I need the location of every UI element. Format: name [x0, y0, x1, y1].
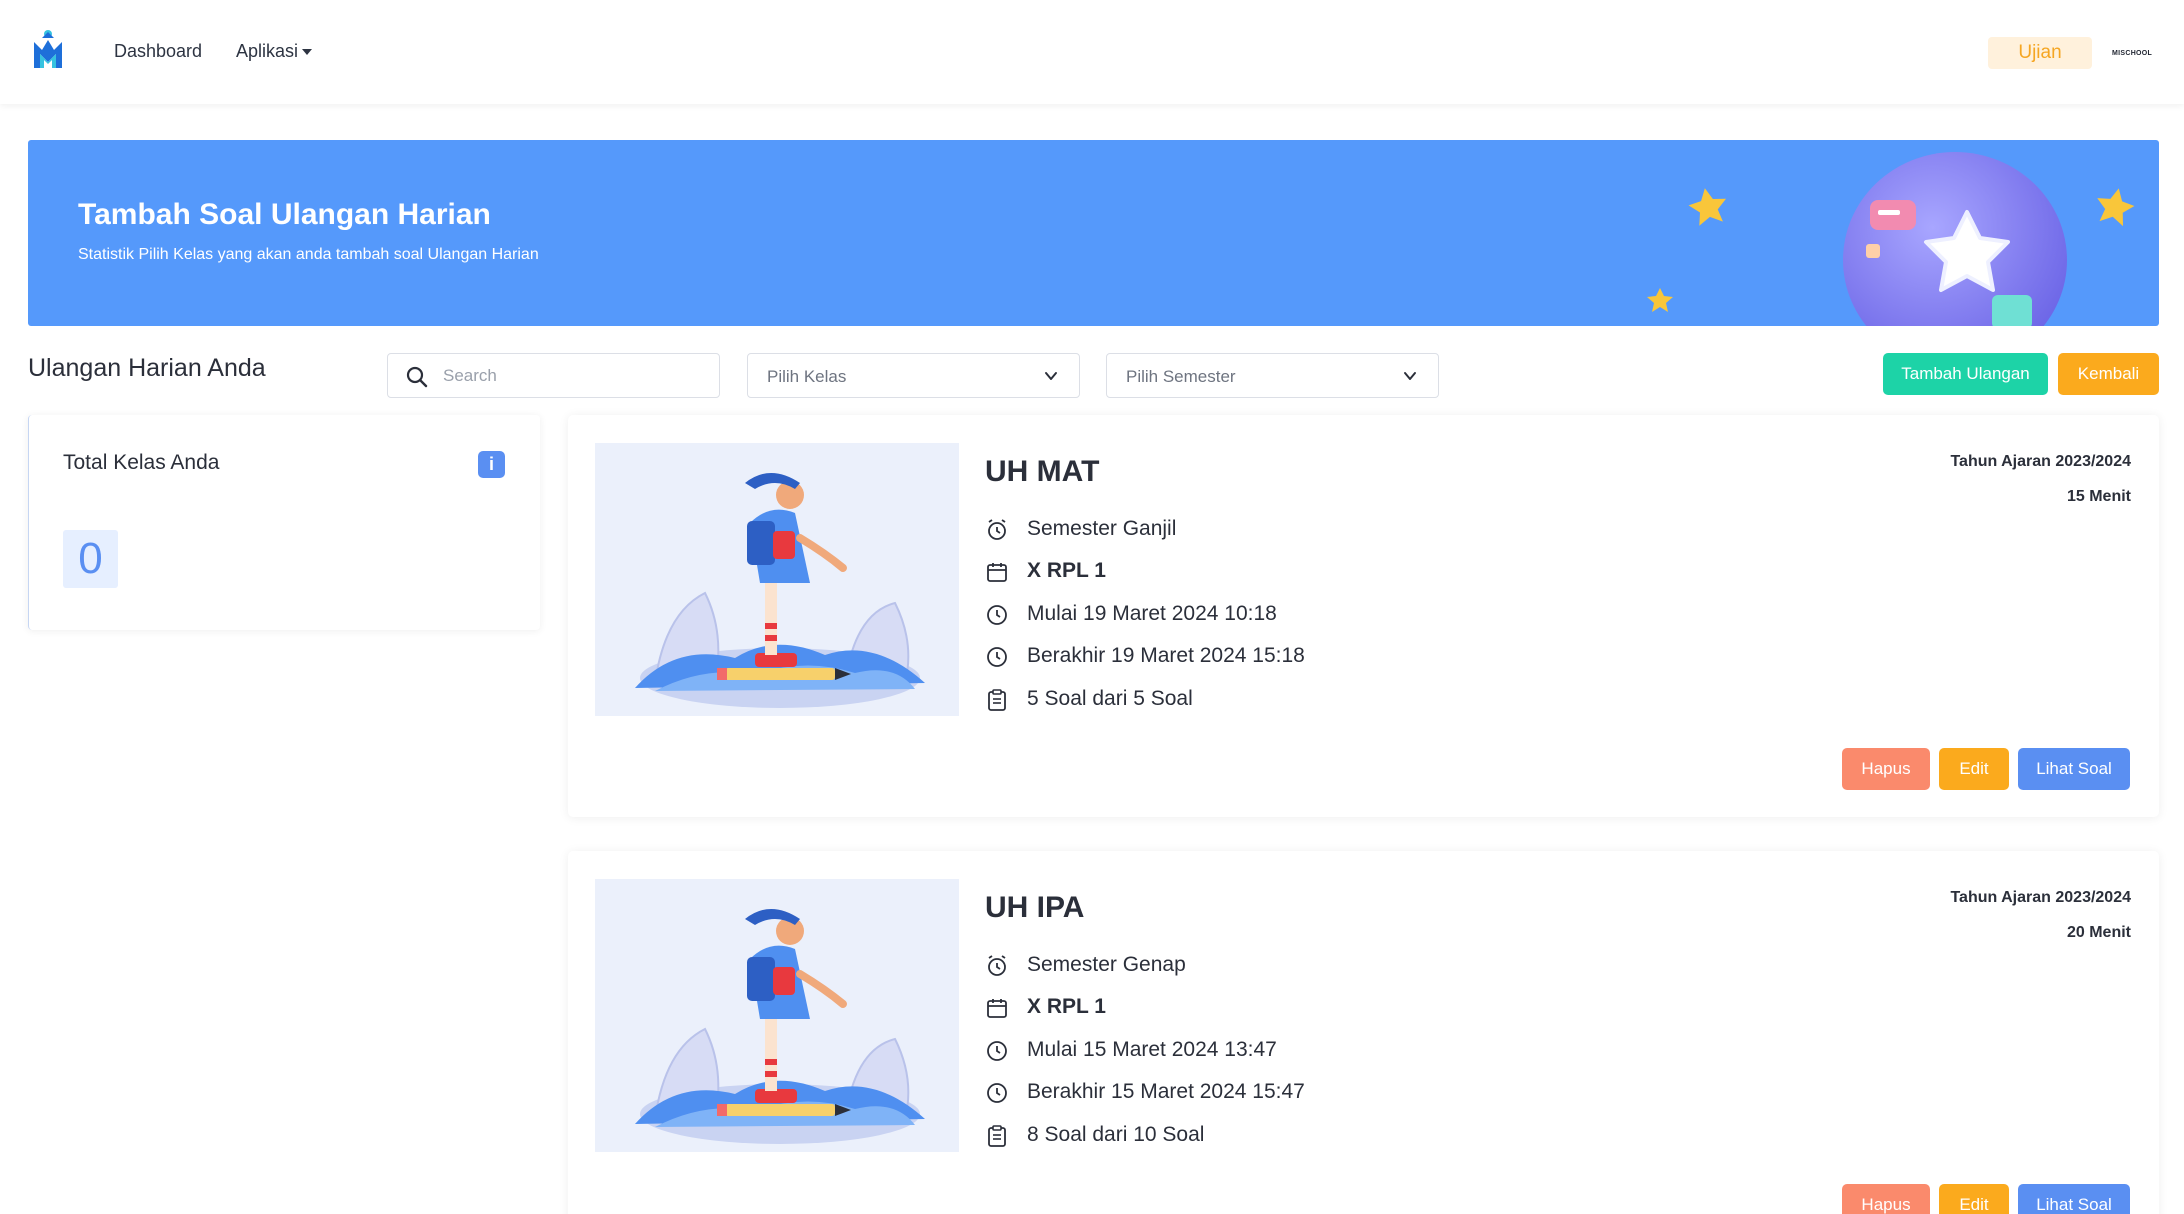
search-field[interactable]	[387, 353, 720, 398]
user-brand-logo[interactable]: MISCHOOL	[2112, 50, 2152, 57]
exam-question-count-text: 8 Soal dari 10 Soal	[1027, 1123, 1205, 1146]
info-icon[interactable]: i	[478, 451, 505, 478]
exam-end-text: Berakhir 15 Maret 2024 15:47	[1027, 1080, 1305, 1103]
exam-card: UH MAT Tahun Ajaran 2023/2024 15 Menit S…	[568, 415, 2159, 817]
exam-title: UH IPA	[985, 891, 1085, 924]
alarm-clock-icon	[988, 519, 1006, 540]
semester-select-value: Pilih Semester	[1126, 367, 1236, 386]
nav-dashboard[interactable]: Dashboard	[114, 41, 202, 62]
exam-semester-text: Semester Genap	[1027, 953, 1186, 976]
search-input[interactable]	[443, 364, 703, 388]
edit-button[interactable]: Edit	[1939, 1184, 2009, 1214]
exam-duration: 15 Menit	[2066, 488, 2131, 505]
total-class-card: Total Kelas Anda i 0	[28, 415, 540, 630]
exam-academic-year: Tahun Ajaran 2023/2024	[1950, 889, 2131, 906]
exam-question-count-text: 5 Soal dari 5 Soal	[1027, 687, 1193, 710]
caret-down-icon	[302, 49, 313, 56]
exam-academic-year: Tahun Ajaran 2023/2024	[1950, 453, 2131, 470]
hero-subtitle: Statistik Pilih Kelas yang akan anda tam…	[78, 246, 539, 263]
clock-icon	[987, 1083, 1007, 1103]
view-questions-button[interactable]: Lihat Soal	[2018, 1184, 2130, 1214]
calendar-icon	[987, 563, 1007, 582]
delete-button[interactable]: Hapus	[1842, 1184, 1930, 1214]
exam-duration: 20 Menit	[2066, 924, 2131, 941]
back-button[interactable]: Kembali	[2058, 353, 2159, 395]
edit-button[interactable]: Edit	[1939, 748, 2009, 790]
stat-label: Total Kelas Anda	[63, 451, 220, 474]
star-icon	[1688, 188, 1727, 226]
exam-card: UH IPA Tahun Ajaran 2023/2024 20 Menit S…	[568, 851, 2159, 1214]
exam-start-text: Mulai 19 Maret 2024 10:18	[1027, 602, 1277, 625]
clipboard-icon	[988, 689, 1006, 711]
stat-value: 0	[63, 530, 118, 588]
ujian-badge[interactable]: Ujian	[1988, 37, 2092, 69]
clock-icon	[987, 605, 1007, 625]
clock-icon	[987, 647, 1007, 667]
hero-banner: Tambah Soal Ulangan Harian Statistik Pil…	[28, 140, 2159, 326]
exam-end-text: Berakhir 19 Maret 2024 15:18	[1027, 644, 1305, 667]
add-exam-button[interactable]: Tambah Ulangan	[1883, 353, 2048, 395]
exam-start-text: Mulai 15 Maret 2024 13:47	[1027, 1038, 1277, 1061]
search-icon	[406, 366, 428, 388]
navbar: Dashboard Aplikasi Ujian MISCHOOL	[0, 0, 2184, 104]
semester-select[interactable]: Pilih Semester	[1106, 353, 1439, 398]
hero-illustration	[1647, 152, 2135, 326]
view-questions-button[interactable]: Lihat Soal	[2018, 748, 2130, 790]
exam-illustration	[595, 443, 959, 716]
chevron-down-icon	[1404, 372, 1416, 380]
delete-button[interactable]: Hapus	[1842, 748, 1930, 790]
exam-illustration	[595, 879, 959, 1152]
exam-semester-text: Semester Ganjil	[1027, 517, 1177, 540]
calendar-icon	[987, 999, 1007, 1018]
alarm-clock-icon	[988, 955, 1006, 976]
kelas-select[interactable]: Pilih Kelas	[747, 353, 1080, 398]
nav-aplikasi-label: Aplikasi	[236, 41, 299, 61]
kelas-select-value: Pilih Kelas	[767, 367, 847, 386]
exam-class-text: X RPL 1	[1027, 559, 1106, 582]
hero-title: Tambah Soal Ulangan Harian	[78, 198, 491, 231]
chevron-down-icon	[1045, 372, 1057, 380]
nav-aplikasi-dropdown[interactable]: Aplikasi	[236, 41, 313, 62]
exam-title: UH MAT	[985, 455, 1100, 488]
clock-icon	[987, 1041, 1007, 1061]
clipboard-icon	[988, 1125, 1006, 1147]
app-logo-icon[interactable]	[30, 28, 66, 70]
section-title: Ulangan Harian Anda	[28, 354, 266, 382]
exam-class-text: X RPL 1	[1027, 995, 1106, 1018]
